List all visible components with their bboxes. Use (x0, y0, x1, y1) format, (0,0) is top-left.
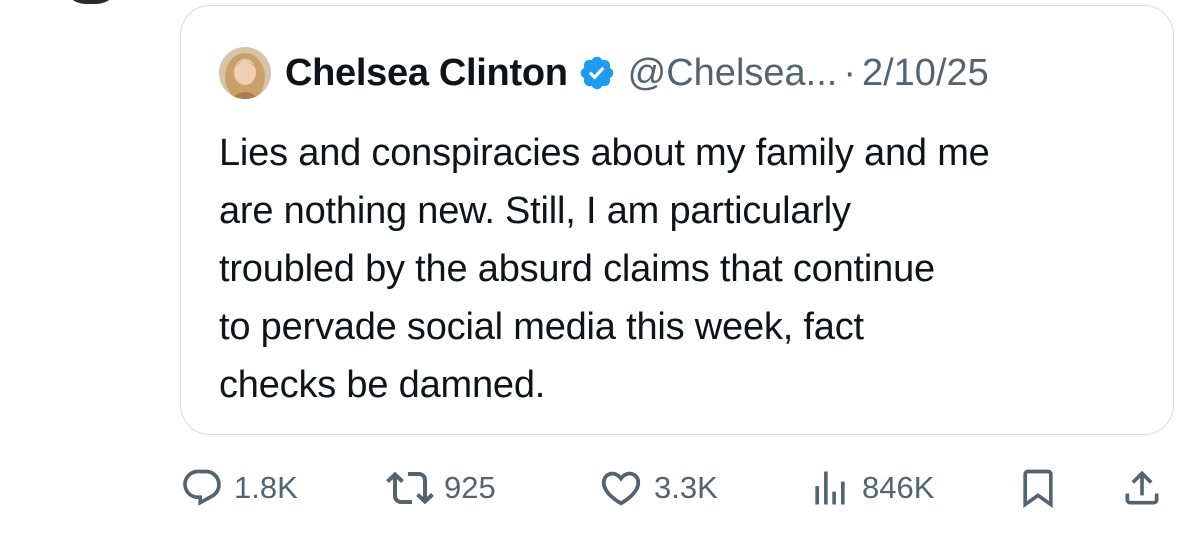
tweet-text-line: are nothing new. Still, I am particularl… (219, 190, 851, 232)
bookmark-button[interactable] (1016, 460, 1060, 516)
views-chart-icon (815, 471, 845, 505)
tweet-view: Chelsea Clinton @Chelsea... · 2/10/25 Li… (0, 0, 1200, 543)
avatar[interactable] (219, 47, 271, 99)
reply-icon (183, 469, 221, 506)
reply-count: 1.8K (234, 470, 298, 505)
author-name[interactable]: Chelsea Clinton (285, 52, 568, 95)
header-separator: · (843, 51, 856, 94)
tweet-date[interactable]: 2/10/25 (862, 52, 989, 95)
like-count: 3.3K (654, 470, 718, 505)
share-icon (1125, 470, 1159, 505)
parent-avatar[interactable] (62, 0, 120, 4)
tweet-text-line: troubled by the absurd claims that conti… (219, 248, 935, 290)
share-button[interactable] (1120, 460, 1164, 516)
repost-icon (386, 471, 434, 505)
tweet-text-line: Lies and conspiracies about my family an… (219, 132, 990, 174)
quoted-tweet-card[interactable]: Chelsea Clinton @Chelsea... · 2/10/25 Li… (180, 5, 1174, 435)
verified-badge-icon (580, 56, 613, 90)
repost-button[interactable]: 925 (386, 460, 496, 516)
like-button[interactable]: 3.3K (598, 460, 718, 516)
views-button[interactable]: 846K (808, 460, 934, 516)
bookmark-icon (1023, 469, 1053, 509)
reply-button[interactable]: 1.8K (180, 460, 298, 516)
avatar-photo (219, 47, 271, 99)
tweet-text-line: to pervade social media this week, fact (219, 306, 864, 348)
quoted-tweet-header: Chelsea Clinton @Chelsea... · 2/10/25 (219, 44, 989, 102)
tweet-action-bar: 1.8K 925 3.3K 846K (180, 460, 1174, 516)
author-handle[interactable]: @Chelsea... (628, 52, 838, 95)
quoted-tweet-text: Lies and conspiracies about my family an… (219, 124, 1159, 414)
repost-count: 925 (444, 470, 496, 505)
tweet-text-line: checks be damned. (219, 364, 546, 406)
views-count: 846K (862, 470, 935, 505)
heart-icon (601, 471, 641, 506)
